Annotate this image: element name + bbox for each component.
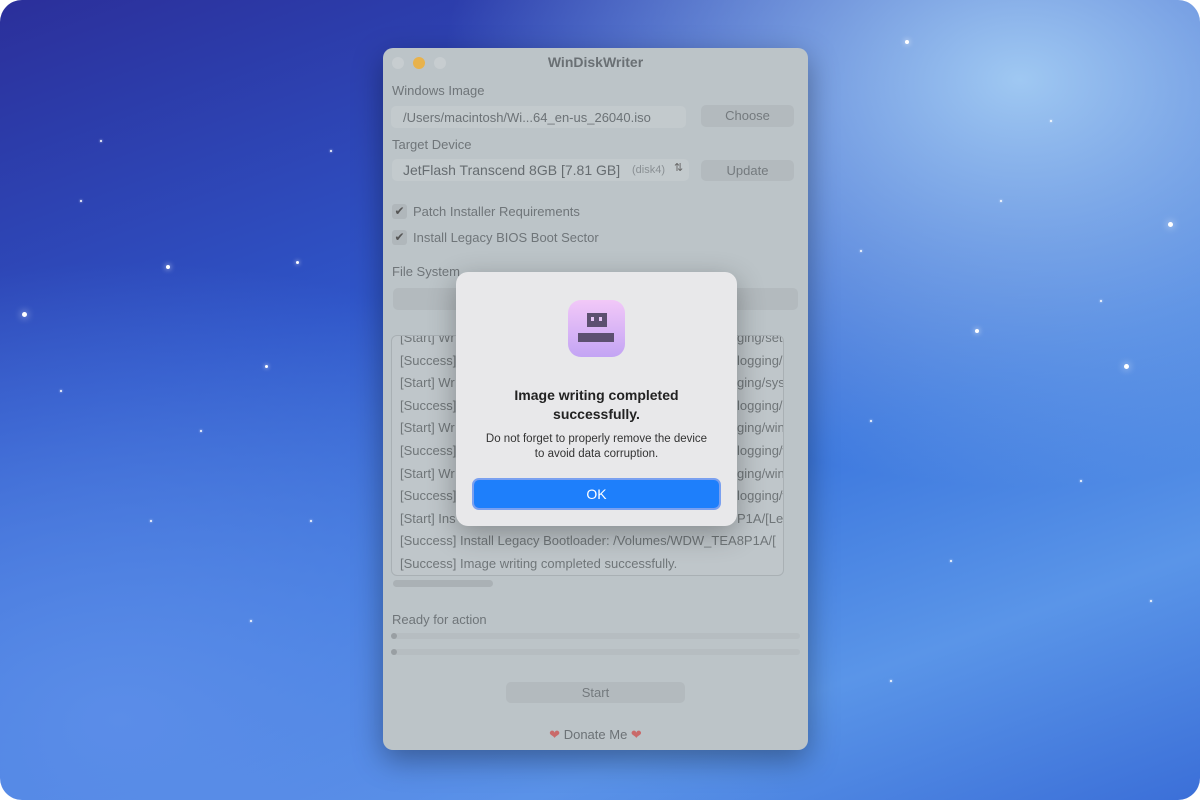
star bbox=[330, 150, 332, 152]
star bbox=[265, 365, 268, 368]
star bbox=[1000, 200, 1002, 202]
star bbox=[150, 520, 152, 522]
star bbox=[890, 680, 892, 682]
legacy-bios-label: Install Legacy BIOS Boot Sector bbox=[413, 230, 599, 245]
star bbox=[870, 420, 872, 422]
dialog-title: Image writing completed successfully. bbox=[514, 387, 679, 422]
star bbox=[1150, 600, 1152, 602]
star bbox=[860, 250, 862, 252]
start-button[interactable]: Start bbox=[506, 682, 685, 703]
log-line: [Success] Image writing completed succes… bbox=[400, 556, 678, 571]
log-line: [Start] Wr bbox=[400, 465, 455, 481]
star bbox=[905, 40, 909, 44]
log-line-end: ging/wind bbox=[737, 420, 784, 436]
log-line-end: P1A/[Leg bbox=[737, 510, 784, 526]
heart-icon: ❤ bbox=[630, 727, 642, 742]
star bbox=[296, 261, 299, 264]
star bbox=[1168, 222, 1173, 227]
heart-icon: ❤ bbox=[549, 727, 561, 742]
star bbox=[200, 430, 202, 432]
choose-button[interactable]: Choose bbox=[701, 105, 794, 127]
device-disk-id: (disk4) bbox=[632, 164, 666, 176]
donate-link[interactable]: ❤ Donate Me ❤ bbox=[383, 727, 808, 743]
ok-button[interactable]: OK bbox=[472, 478, 721, 510]
dialog-message: Do not forget to properly remove the dev… bbox=[485, 433, 708, 460]
progress-bar-1 bbox=[391, 633, 800, 639]
log-line: [Start] Wr bbox=[400, 375, 455, 391]
window-title: WinDiskWriter bbox=[547, 54, 644, 70]
log-line-end: logging/w bbox=[737, 488, 783, 504]
windiskwriter-app-icon bbox=[568, 300, 625, 357]
log-line: [Success] Install Legacy Bootloader: /Vo… bbox=[400, 533, 776, 549]
star bbox=[22, 312, 27, 317]
log-line: [Success] bbox=[400, 352, 457, 368]
star bbox=[975, 329, 979, 333]
image-path-field[interactable]: /Users/macintosh/Wi...64_en-us_26040.iso bbox=[391, 106, 686, 128]
star bbox=[166, 265, 170, 269]
target-device-select[interactable]: JetFlash Transcend 8GB [7.81 GB] (disk4)… bbox=[392, 159, 689, 181]
log-line-end: logging/s bbox=[737, 352, 784, 368]
chevron-updown-icon: ⇅ bbox=[674, 162, 684, 174]
log-line-end: ging/wins bbox=[737, 465, 784, 481]
device-name: JetFlash Transcend 8GB [7.81 GB] bbox=[403, 162, 621, 178]
status-text: Ready for action bbox=[392, 612, 487, 627]
log-horizontal-scrollbar[interactable] bbox=[393, 580, 493, 587]
checkmark-icon: ✔ bbox=[394, 230, 405, 244]
target-device-label: Target Device bbox=[392, 137, 472, 152]
log-line-end: ging/set bbox=[737, 335, 783, 345]
star bbox=[100, 140, 102, 142]
star bbox=[60, 390, 62, 392]
log-line: [Success] bbox=[400, 488, 457, 504]
windows-image-label: Windows Image bbox=[392, 83, 485, 98]
star bbox=[1080, 480, 1082, 482]
patch-requirements-checkbox[interactable]: ✔ bbox=[392, 204, 407, 219]
completion-dialog: Image writing completed successfully. Do… bbox=[456, 272, 737, 526]
star bbox=[1100, 300, 1102, 302]
file-system-label: File System bbox=[392, 264, 460, 279]
update-button[interactable]: Update bbox=[701, 160, 794, 181]
star bbox=[310, 520, 312, 522]
log-line: [Start] Wr bbox=[400, 335, 455, 345]
log-line: [Success] bbox=[400, 397, 457, 413]
progress-bar-2 bbox=[391, 649, 800, 655]
legacy-bios-checkbox[interactable]: ✔ bbox=[392, 230, 407, 245]
log-line: [Start] Ins bbox=[400, 510, 456, 526]
star bbox=[1050, 120, 1052, 122]
log-line: [Success] bbox=[400, 443, 457, 458]
star bbox=[1124, 364, 1129, 369]
checkmark-icon: ✔ bbox=[394, 204, 405, 218]
log-line-end: logging/s bbox=[737, 397, 784, 413]
image-path-text: /Users/macintosh/Wi...64_en-us_26040.iso bbox=[403, 110, 651, 125]
star bbox=[950, 560, 952, 562]
log-line: [Start] Wr bbox=[400, 420, 455, 436]
log-line-end: ging/sysp bbox=[737, 375, 783, 391]
donate-label: Donate Me bbox=[563, 727, 628, 742]
star bbox=[250, 620, 252, 622]
patch-requirements-label: Patch Installer Requirements bbox=[413, 204, 580, 219]
star bbox=[80, 200, 82, 202]
log-line-end: logging/w bbox=[737, 443, 783, 458]
